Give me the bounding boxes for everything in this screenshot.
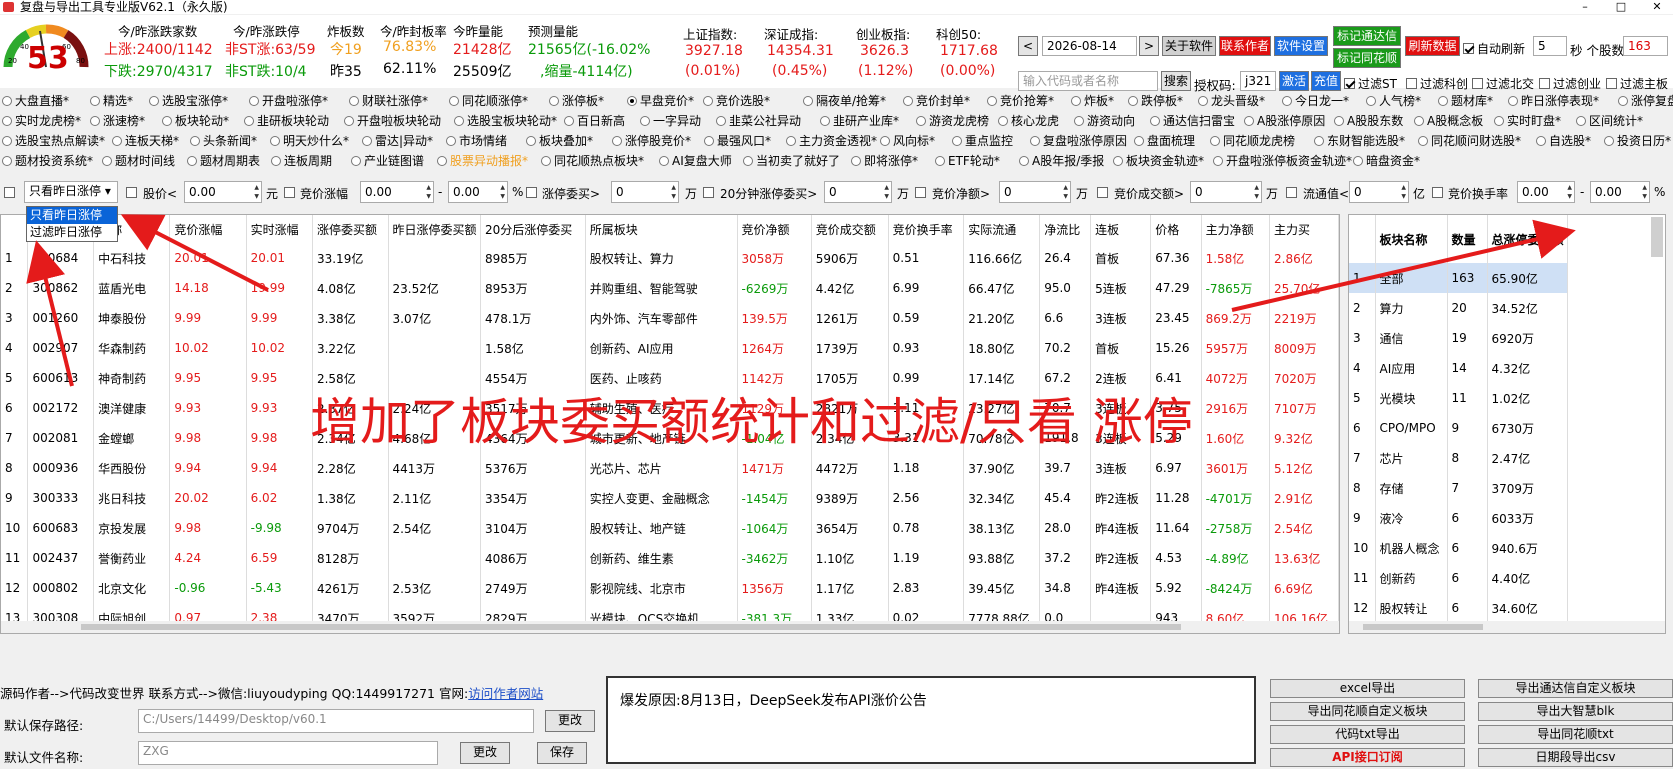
export-button[interactable]: 导出大智慧blk: [1478, 702, 1673, 721]
save-button[interactable]: 保存: [537, 742, 587, 764]
arrow-to-dropdown: [26, 240, 74, 387]
export-button[interactable]: excel导出: [1270, 679, 1465, 698]
arrow-to-sector: [1231, 219, 1576, 312]
save-path-label: 默认保存路径:: [4, 718, 84, 733]
change-path-button[interactable]: 更改: [545, 710, 595, 732]
export-button[interactable]: 导出通达信自定义板块: [1478, 679, 1673, 698]
export-button[interactable]: 导出同花顺自定义板块: [1270, 702, 1465, 721]
arrow-to-dropdown: [120, 214, 269, 292]
author-site-link[interactable]: 访问作者网站: [468, 686, 543, 701]
app-window: 复盘与导出工具专业版V62.1（永久版) – □ ✕ 20 40 60 80 5…: [0, 0, 1673, 769]
change-name-button[interactable]: 更改: [460, 742, 510, 764]
file-name-input[interactable]: ZXG: [138, 741, 438, 765]
reason-box: 爆发原因:8月13日，DeepSeek发布API涨价公告: [606, 676, 1256, 764]
export-button[interactable]: 导出同花顺txt: [1478, 725, 1673, 744]
file-name-label: 默认文件名称:: [4, 750, 84, 765]
annotation-arrows: [26, 214, 1576, 387]
export-button[interactable]: 代码txt导出: [1270, 725, 1465, 744]
author-info: 源码作者-->代码改变世界 联系方式-->微信:liuyoudyping QQ:…: [0, 686, 544, 701]
save-path-input[interactable]: C:/Users/14499/Desktop/v60.1: [138, 709, 534, 733]
export-button[interactable]: API接口订阅: [1270, 748, 1465, 767]
export-button[interactable]: 日期段导出csv: [1478, 748, 1673, 767]
